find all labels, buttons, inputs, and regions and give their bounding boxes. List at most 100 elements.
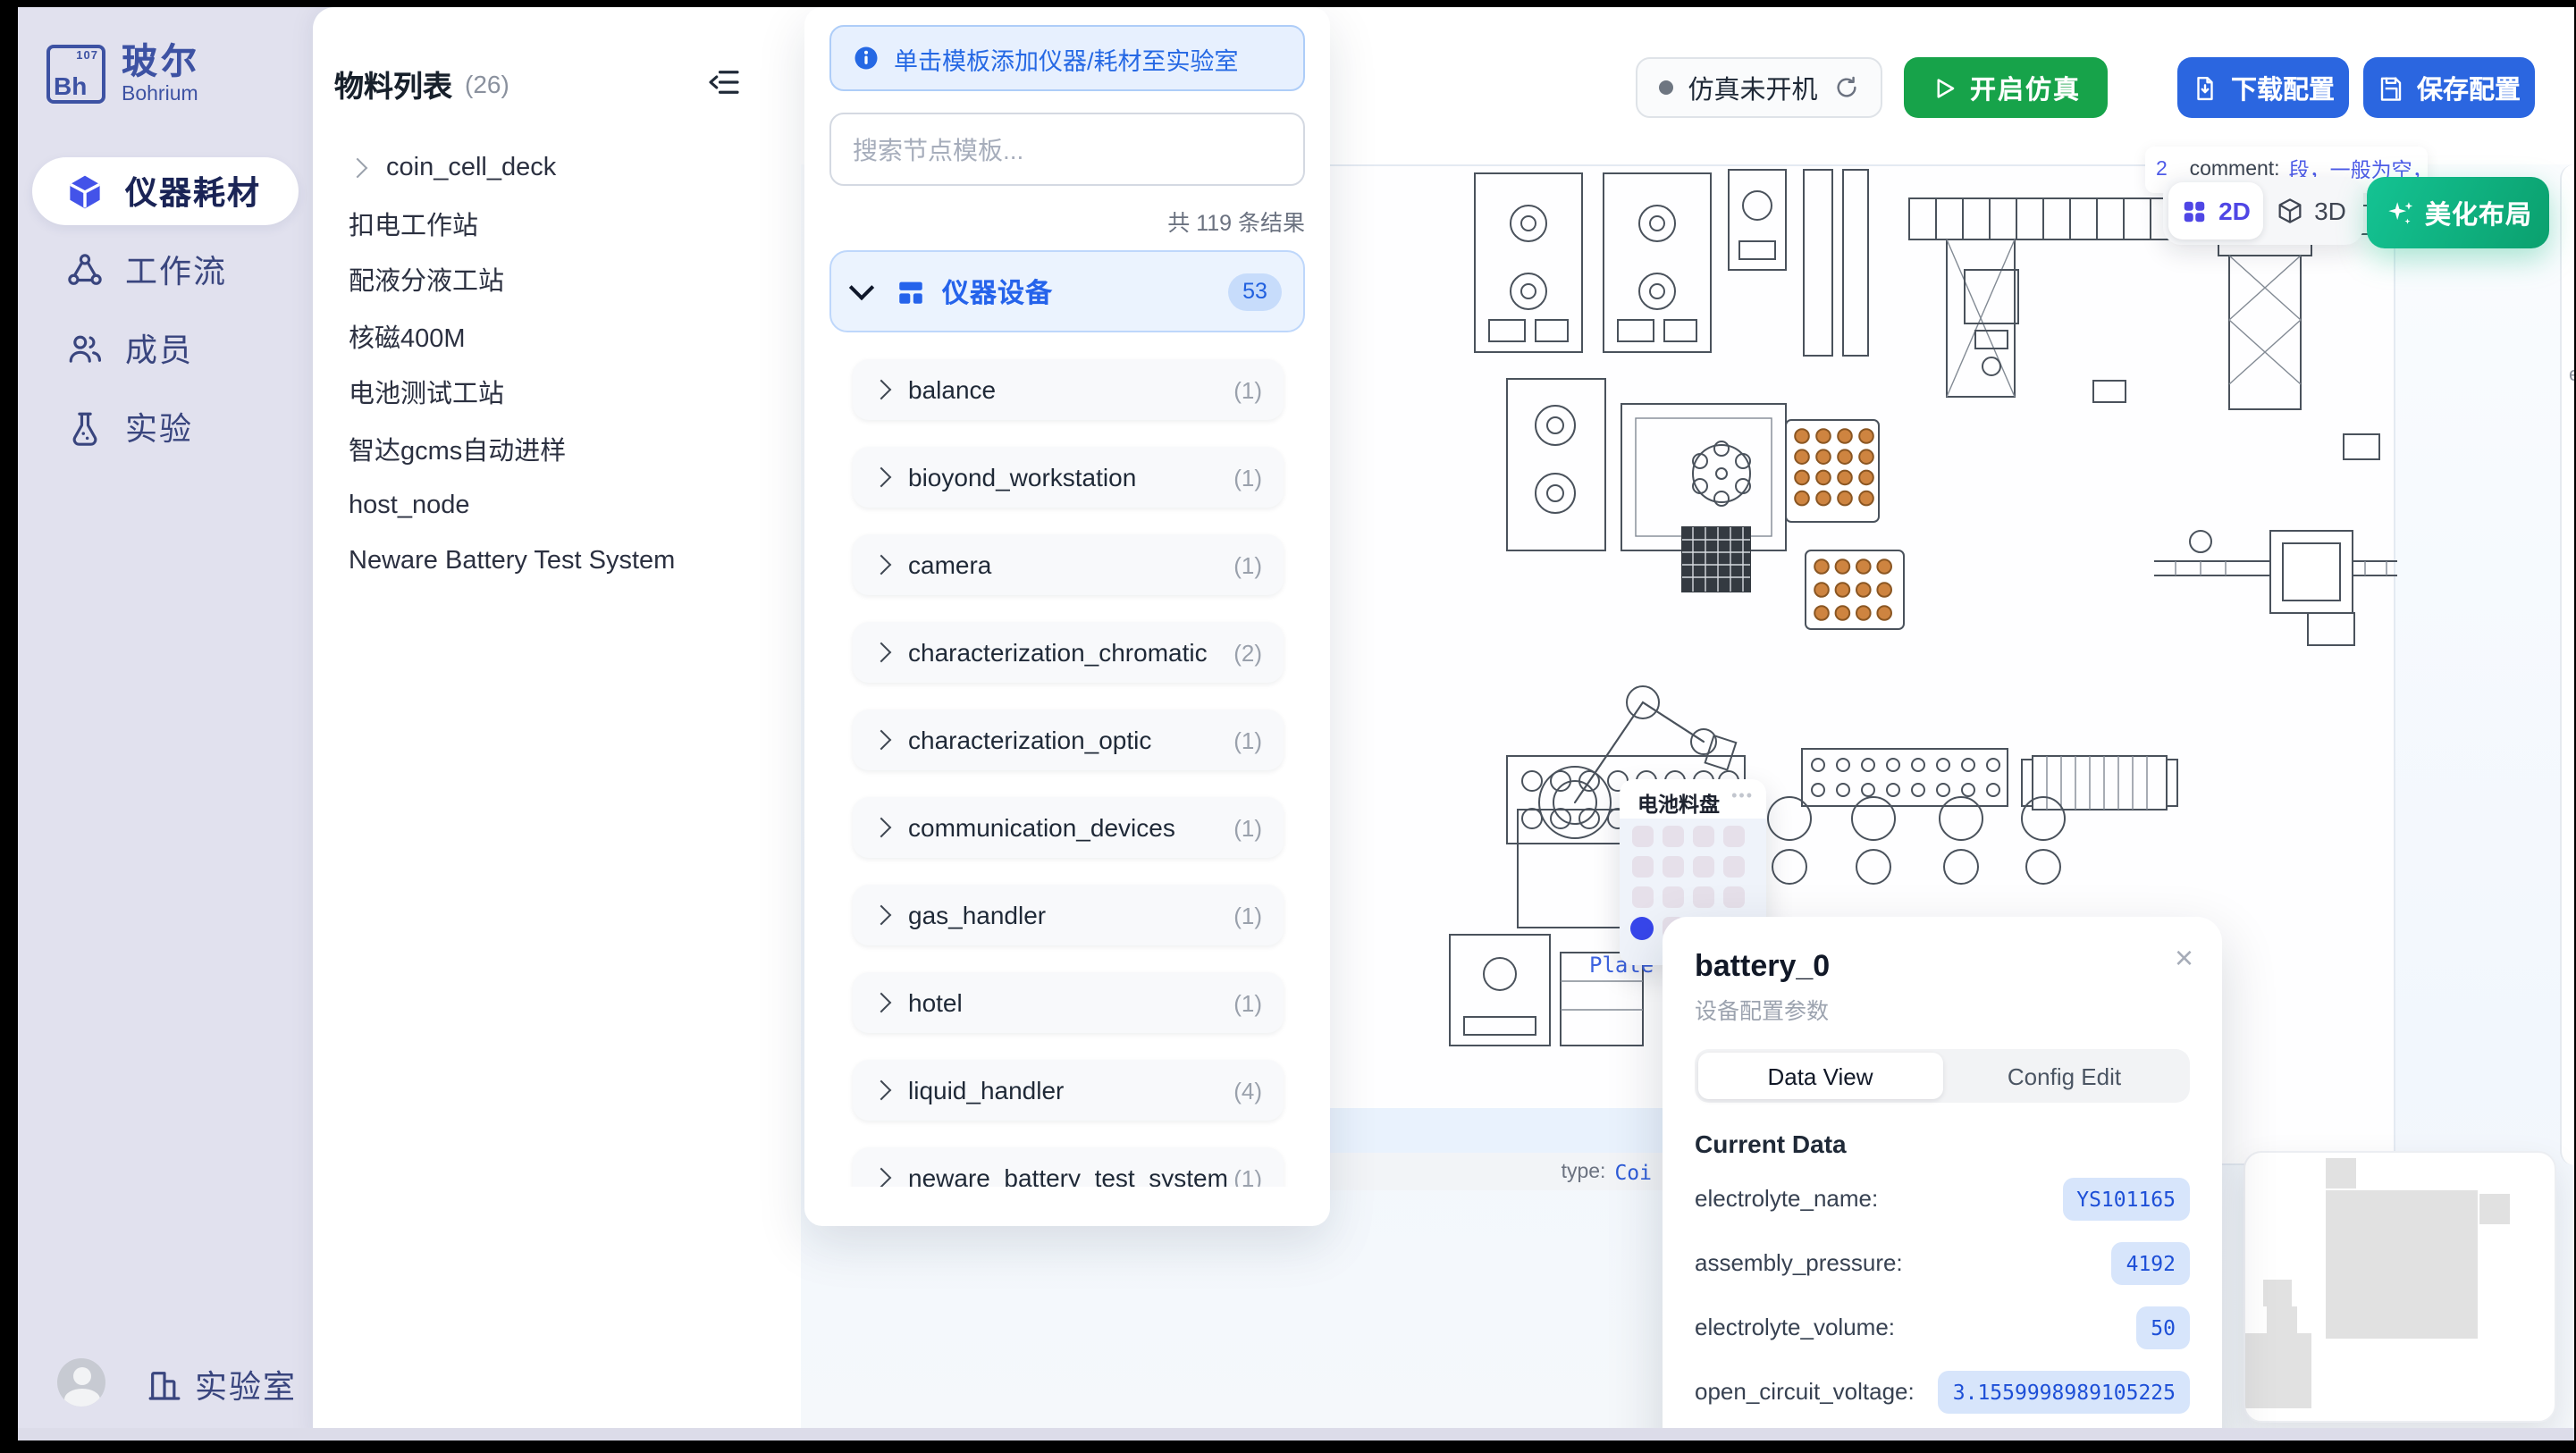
right-panel-edge: esou xyxy=(2560,164,2574,1165)
chevron-right-icon xyxy=(871,1080,892,1101)
collapse-panel-icon[interactable] xyxy=(708,66,740,98)
material-label: 电池测试工站 xyxy=(349,374,504,412)
start-simulation-button[interactable]: 开启仿真 xyxy=(1904,57,2108,118)
save-config-button[interactable]: 保存配置 xyxy=(2363,57,2535,118)
template-category-row[interactable]: characterization_chromatic (2) xyxy=(853,622,1284,683)
materials-list: coin_cell_deck 扣电工作站 配液分液工站 核磁400M 电池测试工… xyxy=(313,139,801,590)
bohrium-element-logo-icon: 107 Bh xyxy=(46,45,105,104)
category-count: (1) xyxy=(1233,1164,1262,1187)
current-data-heading: Current Data xyxy=(1695,1130,2190,1158)
sidebar-item-experiments[interactable]: 实验 xyxy=(32,393,299,461)
material-item[interactable]: 智达gcms自动进样 xyxy=(313,421,801,477)
material-label: 智达gcms自动进样 xyxy=(349,431,566,468)
popup-title: battery_0 xyxy=(1695,949,2190,985)
more-menu-icon[interactable]: ••• xyxy=(1731,786,1754,804)
refresh-icon[interactable] xyxy=(1834,75,1859,100)
building-icon xyxy=(147,1367,182,1403)
group-instruments-devices[interactable]: 仪器设备 53 xyxy=(829,250,1305,332)
data-field-row: electrolyte_name: YS101165 xyxy=(1695,1174,2190,1222)
chevron-right-icon xyxy=(871,818,892,838)
user-avatar[interactable] xyxy=(57,1358,105,1407)
close-icon[interactable]: × xyxy=(2175,942,2193,974)
template-hint-text: 单击模板添加仪器/耗材至实验室 xyxy=(894,40,1239,76)
material-item-coin-cell-deck[interactable]: coin_cell_deck xyxy=(313,139,801,196)
material-item[interactable]: host_node xyxy=(313,477,801,533)
type-value: Coi xyxy=(1614,1159,1652,1184)
minimap[interactable] xyxy=(2243,1151,2556,1423)
play-icon xyxy=(1931,74,1957,101)
material-label: Neware Battery Test System xyxy=(349,548,675,576)
material-item[interactable]: 核磁400M xyxy=(313,308,801,365)
category-count: (2) xyxy=(1233,639,1262,666)
sidebar-item-instruments[interactable]: 仪器耗材 xyxy=(32,157,299,225)
material-item[interactable]: 电池测试工站 xyxy=(313,365,801,421)
app-window: 107 Bh 玻尔 Bohrium 仪器耗材 工作流 xyxy=(18,7,2574,1440)
sidebar: 107 Bh 玻尔 Bohrium 仪器耗材 工作流 xyxy=(18,7,313,1440)
template-category-row[interactable]: hotel (1) xyxy=(853,972,1284,1033)
workflow-icon xyxy=(66,251,104,289)
beautify-layout-button[interactable]: 美化布局 xyxy=(2367,177,2549,248)
experiment-icon xyxy=(66,408,104,446)
template-category-row[interactable]: bioyond_workstation (1) xyxy=(853,447,1284,508)
template-category-row[interactable]: neware_battery_test_system (1) xyxy=(853,1147,1284,1187)
sidebar-item-label: 成员 xyxy=(125,325,193,372)
simulation-status-pill[interactable]: 仿真未开机 xyxy=(1636,57,1882,118)
category-count: (1) xyxy=(1233,814,1262,841)
grid-2d-icon xyxy=(2181,197,2208,224)
sidebar-item-members[interactable]: 成员 xyxy=(32,315,299,382)
category-count: (1) xyxy=(1233,989,1262,1016)
template-category-row[interactable]: communication_devices (1) xyxy=(853,797,1284,858)
material-label: coin_cell_deck xyxy=(386,154,556,182)
data-field-row: electrolyte_volume: 50 xyxy=(1695,1303,2190,1351)
category-label: liquid_handler xyxy=(908,1076,1233,1104)
group-label: 仪器设备 xyxy=(942,273,1228,310)
chevron-down-icon xyxy=(849,275,874,300)
save-icon xyxy=(2378,74,2404,101)
selected-battery-slot[interactable] xyxy=(1630,917,1654,940)
material-label: 配液分液工站 xyxy=(349,262,504,299)
category-label: communication_devices xyxy=(908,813,1233,842)
toggle-2d-label: 2D xyxy=(2218,197,2251,225)
toggle-3d[interactable]: 3D xyxy=(2263,182,2358,239)
results-count: 共 119 条结果 xyxy=(829,204,1305,232)
chevron-right-icon xyxy=(871,555,892,575)
battery-tray-title: 电池料盘 xyxy=(1637,790,1720,819)
field-value: 3.1559998989105225 xyxy=(1939,1370,2190,1413)
template-category-row[interactable]: camera (1) xyxy=(853,534,1284,595)
sidebar-item-laboratory[interactable]: 实验室 xyxy=(147,1362,297,1408)
brand-name-en: Bohrium xyxy=(122,84,200,105)
template-category-row[interactable]: liquid_handler (4) xyxy=(853,1060,1284,1121)
status-dot-icon xyxy=(1660,80,1674,95)
device-config-popup: battery_0 设备配置参数 × Data View Config Edit… xyxy=(1663,917,2222,1440)
template-category-row[interactable]: characterization_optic (1) xyxy=(853,710,1284,770)
brand-logo: 107 Bh 玻尔 Bohrium xyxy=(46,45,200,105)
material-item[interactable]: 扣电工作站 xyxy=(313,196,801,252)
tab-config-edit[interactable]: Config Edit xyxy=(1942,1053,2186,1099)
chevron-right-icon xyxy=(871,730,892,751)
toggle-2d[interactable]: 2D xyxy=(2168,182,2263,239)
template-category-row[interactable]: gas_handler (1) xyxy=(853,885,1284,945)
chevron-right-icon xyxy=(871,993,892,1013)
category-label: characterization_optic xyxy=(908,726,1233,754)
sidebar-item-workflow[interactable]: 工作流 xyxy=(32,236,299,304)
field-label: assembly_pressure: xyxy=(1695,1249,1903,1276)
material-item[interactable]: 配液分液工站 xyxy=(313,252,801,308)
sidebar-item-label: 工作流 xyxy=(125,247,227,293)
field-label: open_circuit_voltage: xyxy=(1695,1378,1915,1405)
material-label: 核磁400M xyxy=(349,318,466,356)
download-config-button[interactable]: 下载配置 xyxy=(2177,57,2349,118)
logo-atomic-number: 107 xyxy=(76,50,98,63)
category-label: gas_handler xyxy=(908,901,1233,929)
search-template-input[interactable] xyxy=(829,113,1305,186)
chevron-right-icon xyxy=(871,643,892,663)
material-item[interactable]: Neware Battery Test System xyxy=(313,533,801,590)
chevron-right-icon xyxy=(348,157,368,178)
category-label: hotel xyxy=(908,988,1233,1017)
tab-data-view[interactable]: Data View xyxy=(1698,1053,1942,1099)
category-count: (1) xyxy=(1233,726,1262,753)
chevron-right-icon xyxy=(871,467,892,488)
template-category-row[interactable]: balance (1) xyxy=(853,359,1284,420)
view-mode-toggle: 2D 3D xyxy=(2163,177,2363,245)
materials-count: (26) xyxy=(465,70,509,98)
start-simulation-label: 开启仿真 xyxy=(1970,69,2081,106)
